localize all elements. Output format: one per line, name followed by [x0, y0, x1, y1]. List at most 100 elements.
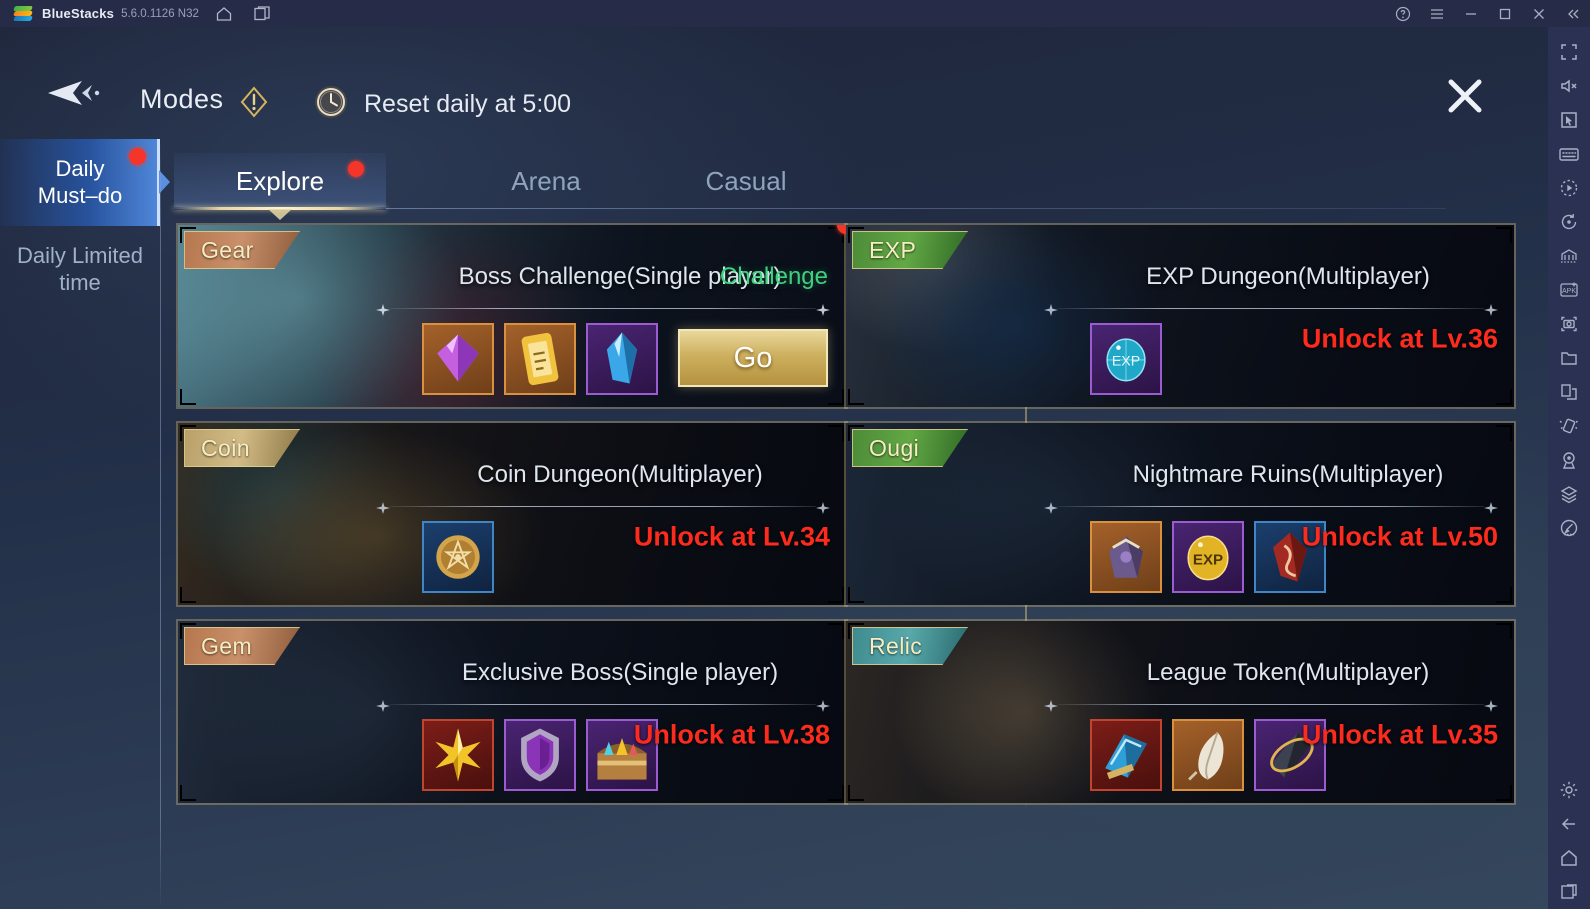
diamond-ornament-icon: [1044, 699, 1058, 712]
diamond-ornament-icon: [1484, 699, 1498, 712]
mode-card-exp[interactable]: EXP EXP Dungeon(Multiplayer) EXP Unlock …: [844, 223, 1516, 409]
svg-text:EXP: EXP: [1112, 354, 1140, 370]
diamond-ornament-icon: [1044, 501, 1058, 514]
card-status-label: Challenge: [719, 263, 828, 290]
mode-card-gem[interactable]: Gem Exclusive Boss(Single player) Unlock…: [176, 619, 848, 805]
card-lock-label: Unlock at Lv.35: [1301, 719, 1498, 750]
mode-card-coin[interactable]: Coin Coin Dungeon(Multiplayer) Unlock at…: [176, 421, 848, 607]
reward-item-ougi-relic[interactable]: [1090, 521, 1162, 593]
reset-daily-text: Reset daily at 5:00: [364, 90, 572, 118]
diamond-ornament-icon: [1484, 303, 1498, 316]
card-divider: [376, 699, 830, 712]
active-tab-caret-icon: [268, 209, 292, 220]
sidebar-divider: [160, 139, 161, 909]
notification-badge: [348, 161, 364, 177]
reward-item-purple-shield[interactable]: [504, 719, 576, 791]
keyboard-icon[interactable]: [1554, 137, 1584, 171]
settings-gear-icon[interactable]: [1554, 773, 1584, 807]
sidebar-item-daily-must-do[interactable]: Daily Must–do: [0, 139, 160, 226]
tabs-divider: [386, 208, 1446, 209]
daily-reset-info: Reset daily at 5:00: [312, 83, 571, 126]
card-divider: [1044, 501, 1498, 514]
back-icon[interactable]: [1554, 807, 1584, 841]
install-apk-icon[interactable]: APK: [1554, 273, 1584, 307]
card-lock-label: Unlock at Lv.50: [1301, 521, 1498, 552]
multi-instance-icon[interactable]: [1554, 375, 1584, 409]
mode-card-grid: Gear Boss Challenge(Single player) Chall…: [176, 223, 1516, 813]
media-folder-icon[interactable]: [1554, 341, 1584, 375]
bluestacks-titlebar: BlueStacks 5.6.0.1126 N32: [0, 0, 1590, 27]
bluestacks-app-name: BlueStacks: [42, 6, 115, 21]
minimize-icon[interactable]: [1454, 0, 1488, 27]
tab-casual[interactable]: Casual: [656, 153, 836, 209]
close-icon[interactable]: [1522, 0, 1556, 27]
card-divider: [376, 501, 830, 514]
help-icon[interactable]: [1386, 0, 1420, 27]
close-panel-button[interactable]: [1444, 75, 1486, 117]
game-viewport: Modes Reset daily at 5:00 Daily Must–do …: [0, 27, 1548, 909]
mode-card-ougi[interactable]: Ougi Nightmare Ruins(Multiplayer) EXP Un…: [844, 421, 1516, 607]
card-title: EXP Dungeon(Multiplayer): [1146, 263, 1430, 290]
sync-rotate-icon[interactable]: [1554, 205, 1584, 239]
diamond-ornament-icon: [1044, 303, 1058, 316]
reward-item-white-feather[interactable]: [1172, 719, 1244, 791]
modes-header: Modes Reset daily at 5:00: [0, 27, 1548, 139]
diamond-ornament-icon: [816, 501, 830, 514]
page-title: Modes: [140, 84, 224, 114]
game-controls-icon[interactable]: [1554, 239, 1584, 273]
reward-item-exp-coin[interactable]: EXP: [1172, 521, 1244, 593]
sidebar-item-daily-limited-time[interactable]: Daily Limited time: [0, 226, 160, 313]
card-lock-label: Unlock at Lv.36: [1301, 323, 1498, 354]
bluestacks-version: 5.6.0.1126 N32: [121, 7, 199, 20]
layers-icon[interactable]: [1554, 477, 1584, 511]
exclamation-diamond-icon[interactable]: [237, 85, 271, 119]
card-lock-label: Unlock at Lv.34: [633, 521, 830, 552]
reward-item-gold-coin[interactable]: [422, 521, 494, 593]
mode-card-gear[interactable]: Gear Boss Challenge(Single player) Chall…: [176, 223, 848, 409]
location-icon[interactable]: [1554, 443, 1584, 477]
tab-arena[interactable]: Arena: [456, 153, 636, 209]
multi-instance-icon[interactable]: [249, 3, 275, 25]
svg-text:APK: APK: [1562, 288, 1576, 295]
diamond-ornament-icon: [376, 699, 390, 712]
notification-badge: [129, 148, 146, 165]
screenshot-icon[interactable]: [1554, 307, 1584, 341]
mute-icon[interactable]: [1554, 69, 1584, 103]
collapse-icon[interactable]: [1556, 0, 1590, 27]
fullscreen-icon[interactable]: [1554, 35, 1584, 69]
svg-text:EXP: EXP: [1193, 552, 1223, 569]
reward-item-blue-book[interactable]: [1090, 719, 1162, 791]
tab-explore[interactable]: Explore: [174, 153, 386, 209]
diamond-ornament-icon: [376, 303, 390, 316]
diamond-ornament-icon: [1484, 501, 1498, 514]
diamond-ornament-icon: [376, 501, 390, 514]
reward-item-gold-star[interactable]: [422, 719, 494, 791]
reward-item-exp-orb[interactable]: EXP: [1090, 323, 1162, 395]
reward-item-blue-crystal[interactable]: [586, 323, 658, 395]
maximize-icon[interactable]: [1488, 0, 1522, 27]
shake-icon[interactable]: [1554, 409, 1584, 443]
card-reward-items: [422, 719, 658, 791]
back-arrow-icon[interactable]: [42, 77, 100, 111]
go-button[interactable]: Go: [678, 329, 828, 387]
gyroscope-icon[interactable]: [1554, 511, 1584, 545]
diamond-ornament-icon: [816, 303, 830, 316]
card-reward-items: EXP: [1090, 521, 1326, 593]
bluestacks-logo-icon: [13, 5, 33, 22]
recent-apps-icon[interactable]: [1554, 875, 1584, 909]
reward-item-purple-gem[interactable]: [422, 323, 494, 395]
card-reward-items: [1090, 719, 1326, 791]
home-icon[interactable]: [211, 3, 237, 25]
macro-record-icon[interactable]: [1554, 171, 1584, 205]
tab-label: Casual: [705, 165, 787, 196]
mode-card-relic[interactable]: Relic League Token(Multiplayer) Unlock a…: [844, 619, 1516, 805]
menu-icon[interactable]: [1420, 0, 1454, 27]
tab-label: Arena: [511, 165, 581, 196]
bluestacks-tool-rail: APK: [1548, 27, 1590, 909]
pointer-icon[interactable]: [1554, 103, 1584, 137]
mode-tabs: Explore Arena Casual: [174, 153, 1444, 209]
card-divider: [376, 303, 830, 316]
home-icon[interactable]: [1554, 841, 1584, 875]
reward-item-gear-scroll[interactable]: [504, 323, 576, 395]
sidebar-item-label-line2: time: [59, 269, 101, 295]
